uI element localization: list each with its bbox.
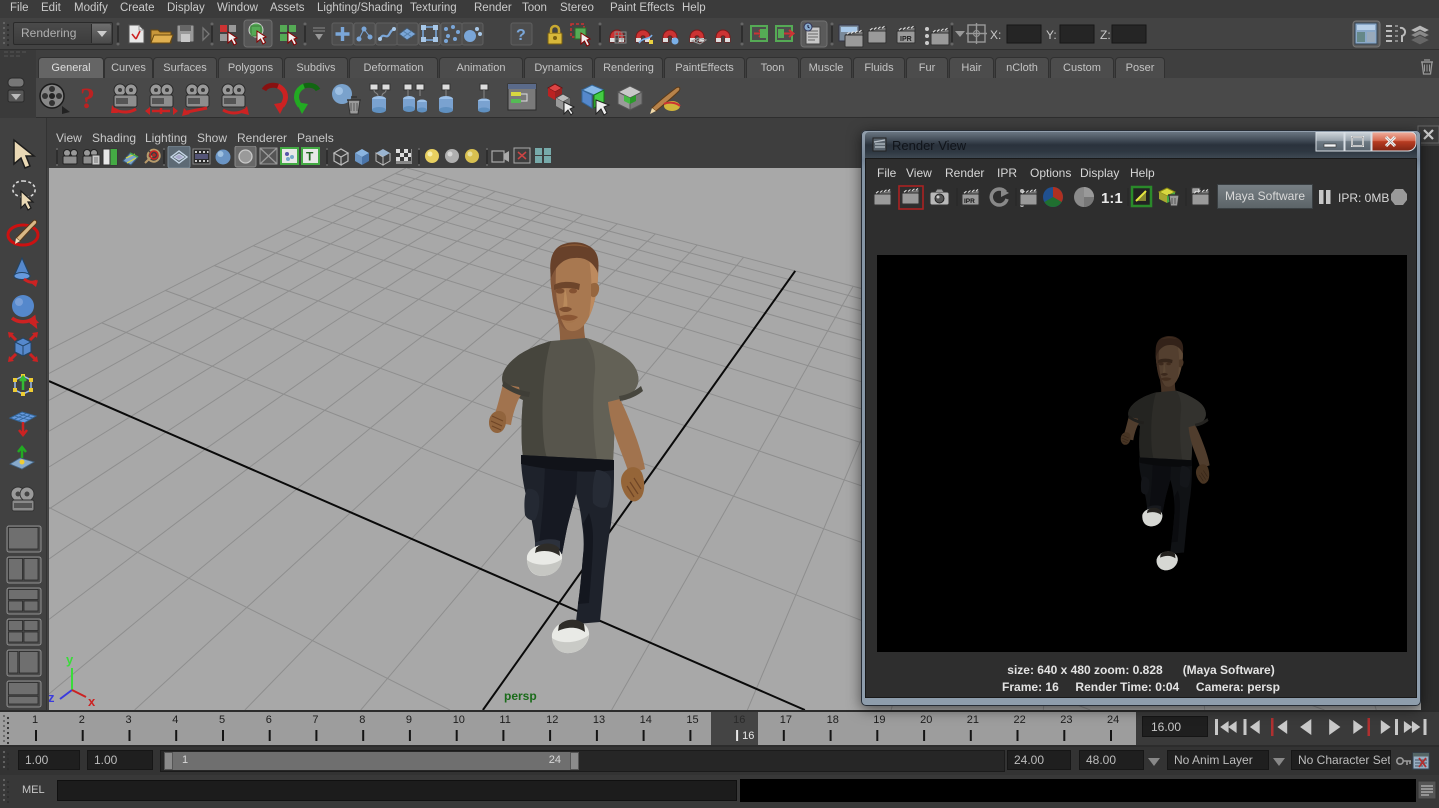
svg-text:Z:: Z:: [1100, 28, 1111, 42]
svg-text:2: 2: [79, 714, 85, 726]
svg-text:20: 20: [920, 714, 932, 726]
svg-text:Y:: Y:: [1046, 28, 1057, 42]
svg-text:?: ?: [80, 82, 95, 115]
svg-text:IPR: IPR: [964, 198, 975, 205]
svg-text:16: 16: [742, 730, 754, 742]
svg-text:6: 6: [266, 714, 272, 726]
svg-text:3: 3: [126, 714, 132, 726]
svg-text:16: 16: [733, 714, 745, 726]
svg-text:y: y: [66, 652, 74, 667]
svg-text:T: T: [306, 150, 314, 164]
svg-text:4: 4: [172, 714, 178, 726]
svg-text:8: 8: [359, 714, 365, 726]
svg-text:z: z: [49, 690, 55, 705]
svg-text:1: 1: [32, 714, 38, 726]
svg-text:IPR: IPR: [900, 36, 912, 43]
svg-text:Render View: Render View: [892, 138, 967, 153]
svg-text:19: 19: [873, 714, 885, 726]
svg-text:10: 10: [453, 714, 465, 726]
svg-text:17: 17: [780, 714, 792, 726]
svg-text:persp: persp: [504, 689, 537, 703]
svg-text:7: 7: [312, 714, 318, 726]
svg-text:5: 5: [219, 714, 225, 726]
svg-text:18: 18: [827, 714, 839, 726]
svg-text:1:1: 1:1: [1101, 190, 1123, 207]
svg-text:13: 13: [593, 714, 605, 726]
svg-text:X:: X:: [990, 28, 1001, 42]
svg-text:9: 9: [406, 714, 412, 726]
svg-text:IPR: 0MB: IPR: 0MB: [1338, 191, 1389, 205]
svg-text:23: 23: [1060, 714, 1072, 726]
svg-text:x: x: [88, 694, 96, 709]
svg-text:12: 12: [546, 714, 558, 726]
svg-text:22: 22: [1014, 714, 1026, 726]
svg-text:14: 14: [640, 714, 652, 726]
svg-text:21: 21: [967, 714, 979, 726]
svg-text:24: 24: [1107, 714, 1119, 726]
svg-text:11: 11: [499, 714, 510, 726]
svg-text:?: ?: [516, 27, 526, 44]
svg-text:15: 15: [686, 714, 698, 726]
